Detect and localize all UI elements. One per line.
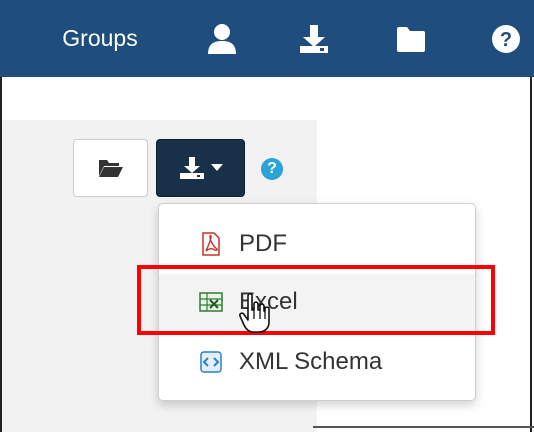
- nav-groups-label: Groups: [62, 25, 138, 51]
- highlight-box: [137, 265, 495, 335]
- panel-border-right: [530, 77, 532, 432]
- download-dropdown-button[interactable]: [156, 139, 245, 197]
- xml-schema-icon: [200, 351, 222, 373]
- download-icon: [179, 157, 204, 179]
- svg-text:?: ?: [500, 29, 512, 51]
- panel-border-bottom: [313, 426, 534, 428]
- hand-cursor-icon: [239, 292, 270, 333]
- nav-help[interactable]: ?: [482, 0, 530, 77]
- menu-item-pdf[interactable]: PDF: [159, 216, 475, 272]
- folder-open-icon: [98, 160, 123, 177]
- help-icon[interactable]: ?: [261, 158, 283, 180]
- caret-down-icon: [210, 164, 223, 171]
- menu-item-label: PDF: [239, 230, 287, 257]
- nav-folder[interactable]: [387, 0, 435, 77]
- menu-item-label: XML Schema: [239, 348, 383, 375]
- nav-download[interactable]: [290, 0, 338, 77]
- nav-user[interactable]: [198, 0, 246, 77]
- top-navigation-bar: Groups ?: [0, 0, 534, 77]
- help-icon: ?: [492, 24, 520, 53]
- nav-groups[interactable]: Groups: [40, 0, 160, 77]
- download-icon: [300, 24, 328, 53]
- menu-item-xml-schema[interactable]: XML Schema: [159, 334, 475, 390]
- folder-icon: [397, 26, 425, 52]
- help-glyph: ?: [267, 160, 277, 177]
- user-icon: [208, 23, 236, 54]
- open-folder-button[interactable]: [73, 139, 148, 197]
- panel-border-left: [0, 77, 2, 432]
- pdf-icon: [202, 232, 220, 256]
